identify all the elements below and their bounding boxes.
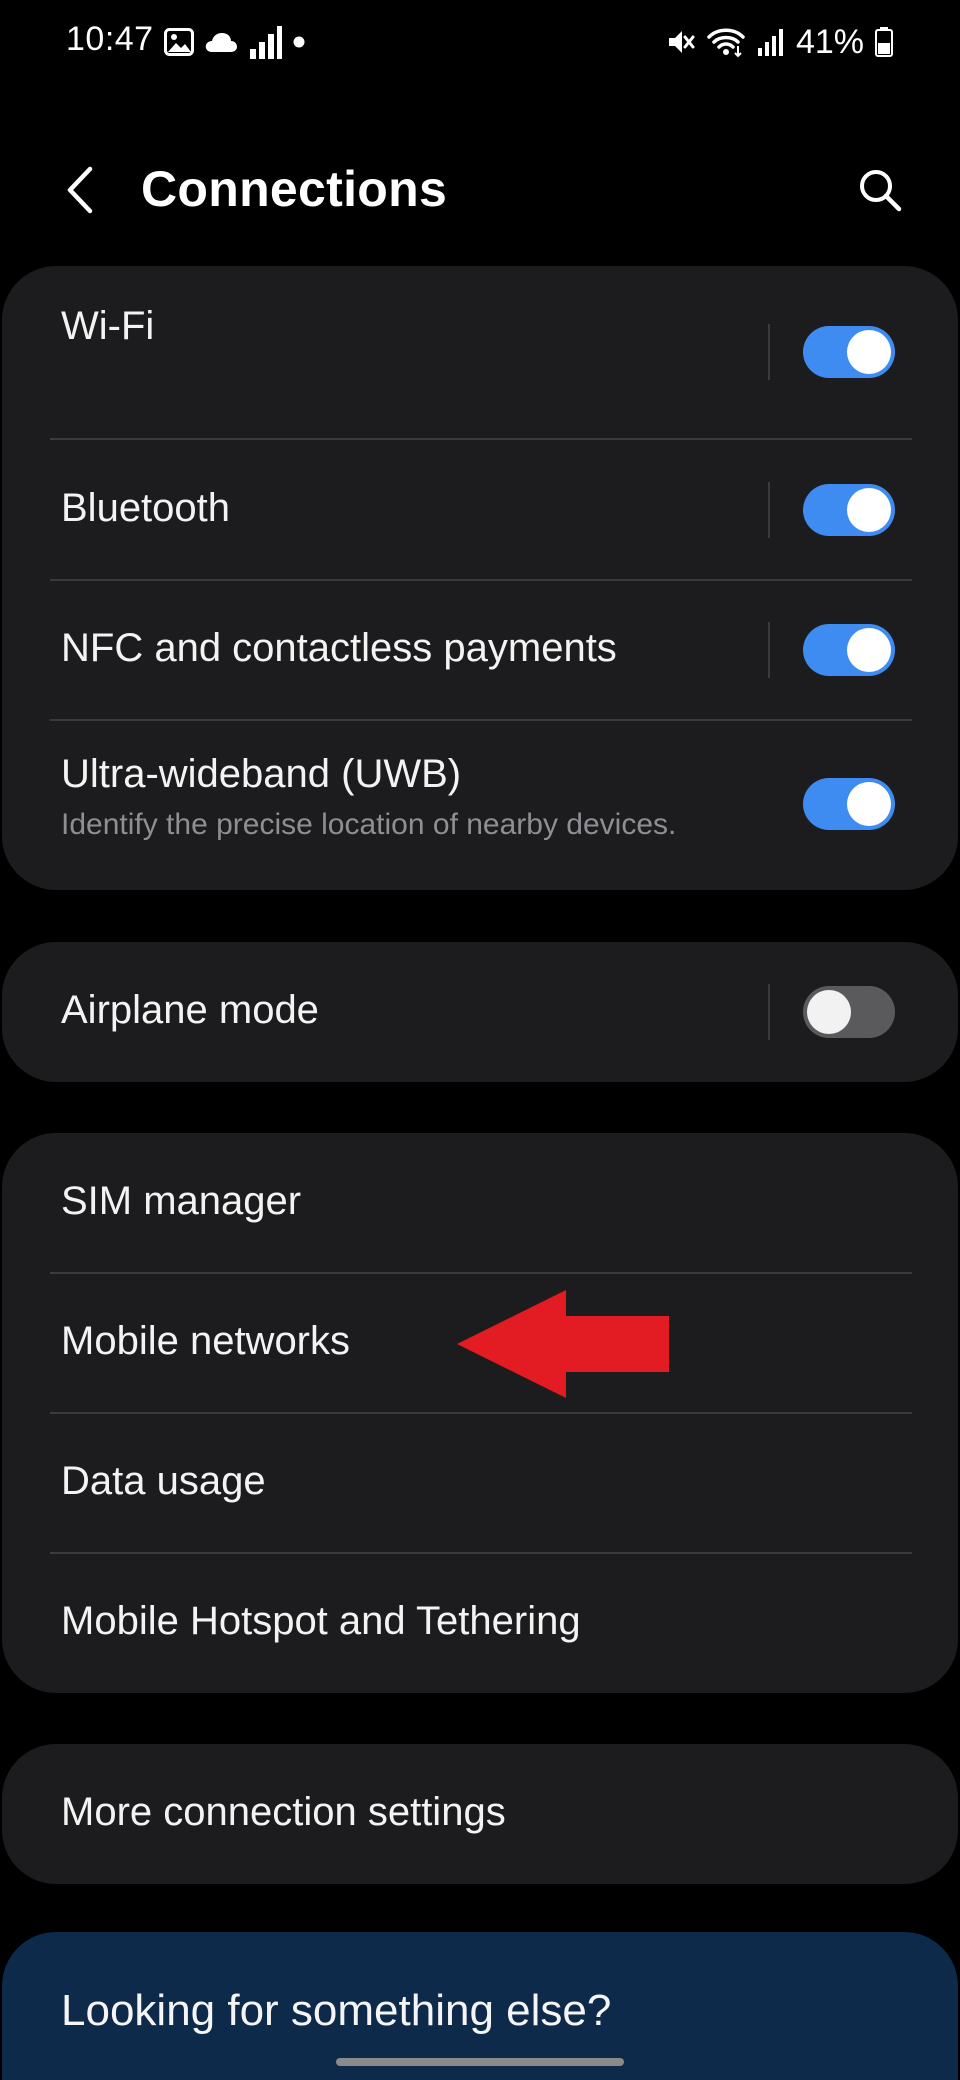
toggle-knob: [847, 628, 891, 672]
more-connection-settings-label: More connection settings: [61, 1790, 506, 1834]
toggle-separator: [768, 324, 770, 380]
hotspot-label: Mobile Hotspot and Tethering: [61, 1599, 581, 1643]
suggestion-label: Looking for something else?: [61, 1986, 612, 2035]
status-left-icons: [164, 22, 306, 62]
wifi-row[interactable]: Wi-Fi: [2, 266, 958, 440]
search-icon: [860, 170, 902, 212]
battery-percent: 41%: [795, 22, 864, 61]
more-card: More connection settings: [2, 1744, 958, 1884]
toggle-knob: [847, 488, 891, 532]
sim-manager-row[interactable]: SIM manager: [2, 1133, 958, 1273]
airplane-toggle[interactable]: [803, 986, 895, 1038]
uwb-row[interactable]: Ultra-wideband (UWB) Identify the precis…: [2, 720, 958, 890]
nfc-row[interactable]: NFC and contactless payments: [2, 580, 958, 720]
image-icon: [164, 28, 194, 56]
network-card: SIM manager Mobile networks Data usage M…: [2, 1133, 958, 1693]
status-bar: 10:47 41%: [0, 0, 960, 86]
data-usage-label: Data usage: [61, 1459, 266, 1503]
airplane-card: Airplane mode: [2, 942, 958, 1082]
wifi-icon: [707, 28, 745, 58]
nfc-label: NFC and contactless payments: [61, 626, 617, 670]
airplane-label: Airplane mode: [61, 988, 319, 1032]
search-button[interactable]: [852, 162, 908, 218]
wifi-toggle[interactable]: [803, 326, 895, 378]
screen: 10:47 41% Connections Wi-Fi Bluetooth NF…: [0, 0, 960, 2080]
battery-icon: [875, 27, 893, 57]
annotation-arrow-icon: [457, 1290, 669, 1398]
toggle-separator: [768, 482, 770, 538]
toggle-separator: [768, 622, 770, 678]
home-indicator[interactable]: [336, 2058, 624, 2066]
cloud-icon: [205, 33, 237, 52]
status-right-icons: 41%: [666, 20, 894, 64]
airplane-row[interactable]: Airplane mode: [2, 942, 958, 1082]
signal-bars-icon: [250, 26, 282, 59]
page-title: Connections: [141, 161, 448, 217]
bluetooth-label: Bluetooth: [61, 486, 231, 530]
hotspot-row[interactable]: Mobile Hotspot and Tethering: [2, 1553, 958, 1693]
back-button[interactable]: [56, 160, 104, 220]
toggle-knob: [807, 990, 851, 1034]
more-connection-settings-row[interactable]: More connection settings: [2, 1744, 958, 1884]
dot-icon: [293, 36, 305, 48]
sim-manager-label: SIM manager: [61, 1179, 302, 1223]
back-arrow-icon: [67, 166, 93, 214]
status-time: 10:47: [66, 20, 154, 58]
radios-card: Wi-Fi Bluetooth NFC and contactless paym…: [2, 266, 958, 890]
cell-signal-icon: [757, 29, 783, 56]
toggle-knob: [847, 782, 891, 826]
toggle-knob: [847, 330, 891, 374]
mobile-networks-label: Mobile networks: [61, 1319, 351, 1363]
nfc-toggle[interactable]: [803, 624, 895, 676]
bluetooth-row[interactable]: Bluetooth: [2, 440, 958, 580]
mute-icon: [668, 31, 695, 53]
uwb-label: Ultra-wideband (UWB): [61, 752, 462, 796]
data-usage-row[interactable]: Data usage: [2, 1413, 958, 1553]
uwb-toggle[interactable]: [803, 778, 895, 830]
bluetooth-toggle[interactable]: [803, 484, 895, 536]
app-header: Connections: [0, 150, 960, 230]
toggle-separator: [768, 984, 770, 1040]
wifi-label: Wi-Fi: [61, 304, 155, 348]
uwb-subtitle: Identify the precise location of nearby …: [61, 808, 677, 841]
annotation-arrow-shape: [457, 1290, 669, 1398]
